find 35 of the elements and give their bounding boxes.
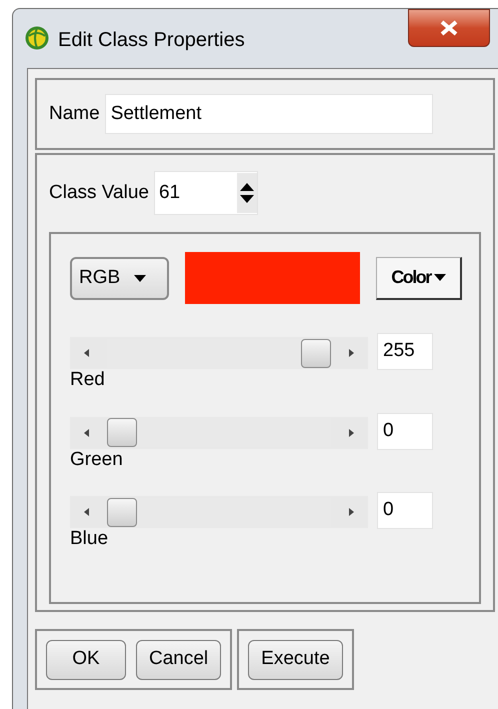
scrollbar[interactable] bbox=[70, 416, 368, 448]
color-model-dropdown[interactable]: RGB bbox=[70, 256, 169, 300]
window-title: Edit Class Properties bbox=[58, 28, 245, 53]
right-arrow-icon[interactable] bbox=[349, 349, 354, 357]
value-field[interactable]: 0 bbox=[377, 492, 433, 529]
value-field[interactable]: 255 bbox=[377, 333, 433, 370]
right-arrow-icon[interactable] bbox=[349, 508, 354, 516]
channel-label: Green bbox=[70, 448, 124, 472]
globe-icon bbox=[25, 26, 49, 50]
slider-thumb[interactable] bbox=[301, 338, 331, 368]
value-field[interactable]: 0 bbox=[377, 412, 433, 450]
dialog-button[interactable]: Cancel bbox=[136, 640, 222, 680]
close-icon bbox=[439, 20, 459, 36]
dropdown-arrow-icon bbox=[134, 274, 146, 282]
scrollbar[interactable] bbox=[70, 496, 368, 528]
dialog-button[interactable]: Execute bbox=[248, 640, 343, 680]
color-button[interactable]: Color bbox=[376, 256, 462, 300]
class-value-text: 61 bbox=[158, 180, 182, 205]
left-arrow-icon[interactable] bbox=[84, 508, 89, 516]
slider-thumb[interactable] bbox=[107, 498, 137, 526]
channel-label: Red bbox=[70, 368, 106, 392]
left-arrow-icon[interactable] bbox=[84, 349, 89, 357]
spin-arrows-icon[interactable] bbox=[236, 173, 257, 213]
class-value-label: Class Value bbox=[49, 180, 149, 205]
scrollbar[interactable] bbox=[70, 337, 368, 369]
dropdown-arrow-icon bbox=[434, 274, 446, 281]
class-value-spinner[interactable]: 61 bbox=[154, 171, 258, 215]
channel-label: Blue bbox=[70, 527, 110, 551]
left-arrow-icon[interactable] bbox=[84, 428, 89, 436]
right-arrow-icon[interactable] bbox=[349, 428, 354, 436]
dialog-button[interactable]: OK bbox=[46, 640, 126, 680]
close-button[interactable] bbox=[408, 9, 490, 47]
name-label: Name bbox=[49, 102, 100, 126]
slider-thumb[interactable] bbox=[107, 418, 137, 447]
name-input[interactable]: Settlement bbox=[104, 94, 433, 134]
